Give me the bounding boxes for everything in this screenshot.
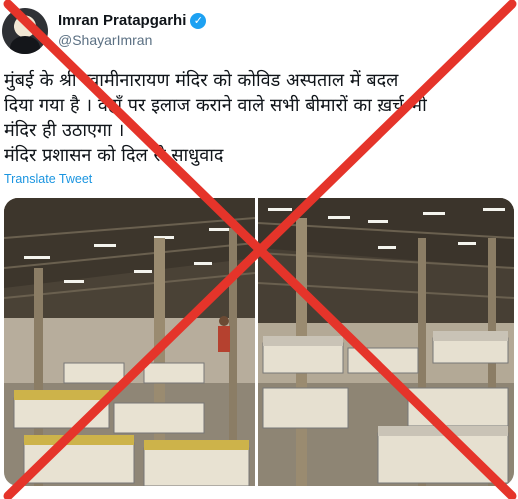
ward-photo-left-image bbox=[4, 198, 255, 486]
ward-photo-right-image bbox=[258, 198, 514, 486]
verified-badge-icon: ✓ bbox=[190, 12, 207, 29]
user-avatar-icon[interactable] bbox=[2, 8, 48, 54]
tweet-text: मुंबई के श्री स्वामीनारायण मंदिर को कोवि… bbox=[4, 70, 427, 166]
author-handle[interactable]: @ShayarImran bbox=[58, 32, 152, 48]
ward-photo-right[interactable] bbox=[258, 198, 514, 486]
author-display-name[interactable]: Imran Pratapgarhi bbox=[58, 12, 186, 29]
translate-tweet-link[interactable]: Translate Tweet bbox=[4, 172, 92, 186]
ward-photo-left[interactable] bbox=[4, 198, 255, 486]
author-name-row: Imran Pratapgarhi ✓ bbox=[58, 12, 207, 29]
